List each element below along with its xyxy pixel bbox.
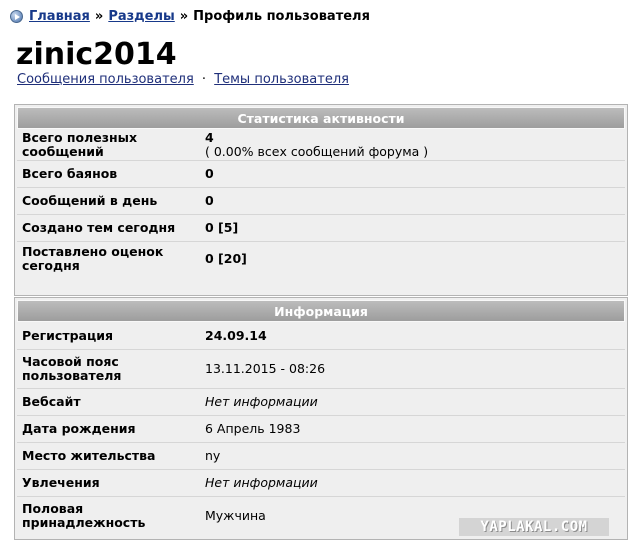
info-value: 6 Апрель 1983 xyxy=(205,421,301,436)
stats-value: 0 xyxy=(205,166,214,181)
info-label: Вебсайт xyxy=(22,394,81,409)
link-separator: · xyxy=(201,72,207,87)
profile-links: Сообщения пользователя · Темы пользовате… xyxy=(17,72,349,87)
info-value: 24.09.14 xyxy=(205,328,267,343)
info-row-hobbies: Увлечения Нет информации xyxy=(17,469,625,496)
info-label: Регистрация xyxy=(22,328,114,343)
site-watermark: YAPLAKAL.COM xyxy=(459,518,609,536)
info-row-registration: Регистрация 24.09.14 xyxy=(17,323,625,349)
stats-value: 0 [20] xyxy=(205,251,247,266)
stats-panel: Статистика активности Всего полезных соо… xyxy=(14,104,628,296)
stats-label: Сообщений в день xyxy=(22,193,158,208)
breadcrumb-sections-link[interactable]: Разделы xyxy=(108,9,174,24)
breadcrumb-separator: » xyxy=(94,9,104,24)
stats-row-posts: Всего полезных сообщений 4 ( 0.00% всех … xyxy=(17,130,625,160)
stats-value: 4 xyxy=(205,130,214,145)
stats-value: 0 [5] xyxy=(205,220,239,235)
info-value: Нет информации xyxy=(205,475,318,490)
stats-panel-title: Статистика активности xyxy=(17,107,625,129)
stats-row-ratings-today: Поставлено оценок сегодня 0 [20] xyxy=(17,241,625,276)
breadcrumb: Главная » Разделы » Профиль пользователя xyxy=(10,9,370,24)
breadcrumb-current: Профиль пользователя xyxy=(193,9,370,24)
breadcrumb-home-link[interactable]: Главная xyxy=(29,9,90,24)
stats-row-bayans: Всего баянов 0 xyxy=(17,160,625,187)
info-label: Дата рождения xyxy=(22,421,136,436)
info-label: Половая принадлежность xyxy=(22,501,146,530)
user-topics-link[interactable]: Темы пользователя xyxy=(214,72,349,87)
stats-row-per-day: Сообщений в день 0 xyxy=(17,187,625,214)
info-panel-title: Информация xyxy=(17,300,625,322)
stats-value-cell: 4 ( 0.00% всех сообщений форума ) xyxy=(200,130,625,160)
stats-label: Всего баянов xyxy=(22,166,118,181)
stats-label: Всего полезных сообщений xyxy=(22,130,138,159)
page-title: zinic2014 xyxy=(16,37,177,72)
breadcrumb-separator: » xyxy=(179,9,189,24)
info-panel: Информация Регистрация 24.09.14 Часовой … xyxy=(14,297,628,540)
info-label: Увлечения xyxy=(22,475,100,490)
user-posts-link[interactable]: Сообщения пользователя xyxy=(17,72,194,87)
info-value: 13.11.2015 - 08:26 xyxy=(205,361,326,376)
info-label: Часовой пояс пользователя xyxy=(22,354,122,383)
info-label: Место жительства xyxy=(22,448,156,463)
stats-row-topics-today: Создано тем сегодня 0 [5] xyxy=(17,214,625,241)
info-row-birthday: Дата рождения 6 Апрель 1983 xyxy=(17,415,625,442)
stats-value: 0 xyxy=(205,193,214,208)
info-value: Нет информации xyxy=(205,394,318,409)
stats-label: Поставлено оценок сегодня xyxy=(22,244,164,273)
stats-label: Создано тем сегодня xyxy=(22,220,176,235)
info-row-timezone: Часовой пояс пользователя 13.11.2015 - 0… xyxy=(17,349,625,388)
stats-note: ( 0.00% всех сообщений форума ) xyxy=(205,144,429,159)
arrow-circle-icon xyxy=(10,10,23,23)
info-row-website: Вебсайт Нет информации xyxy=(17,388,625,415)
info-row-location: Место жительства ny xyxy=(17,442,625,469)
info-value: ny xyxy=(205,448,221,463)
